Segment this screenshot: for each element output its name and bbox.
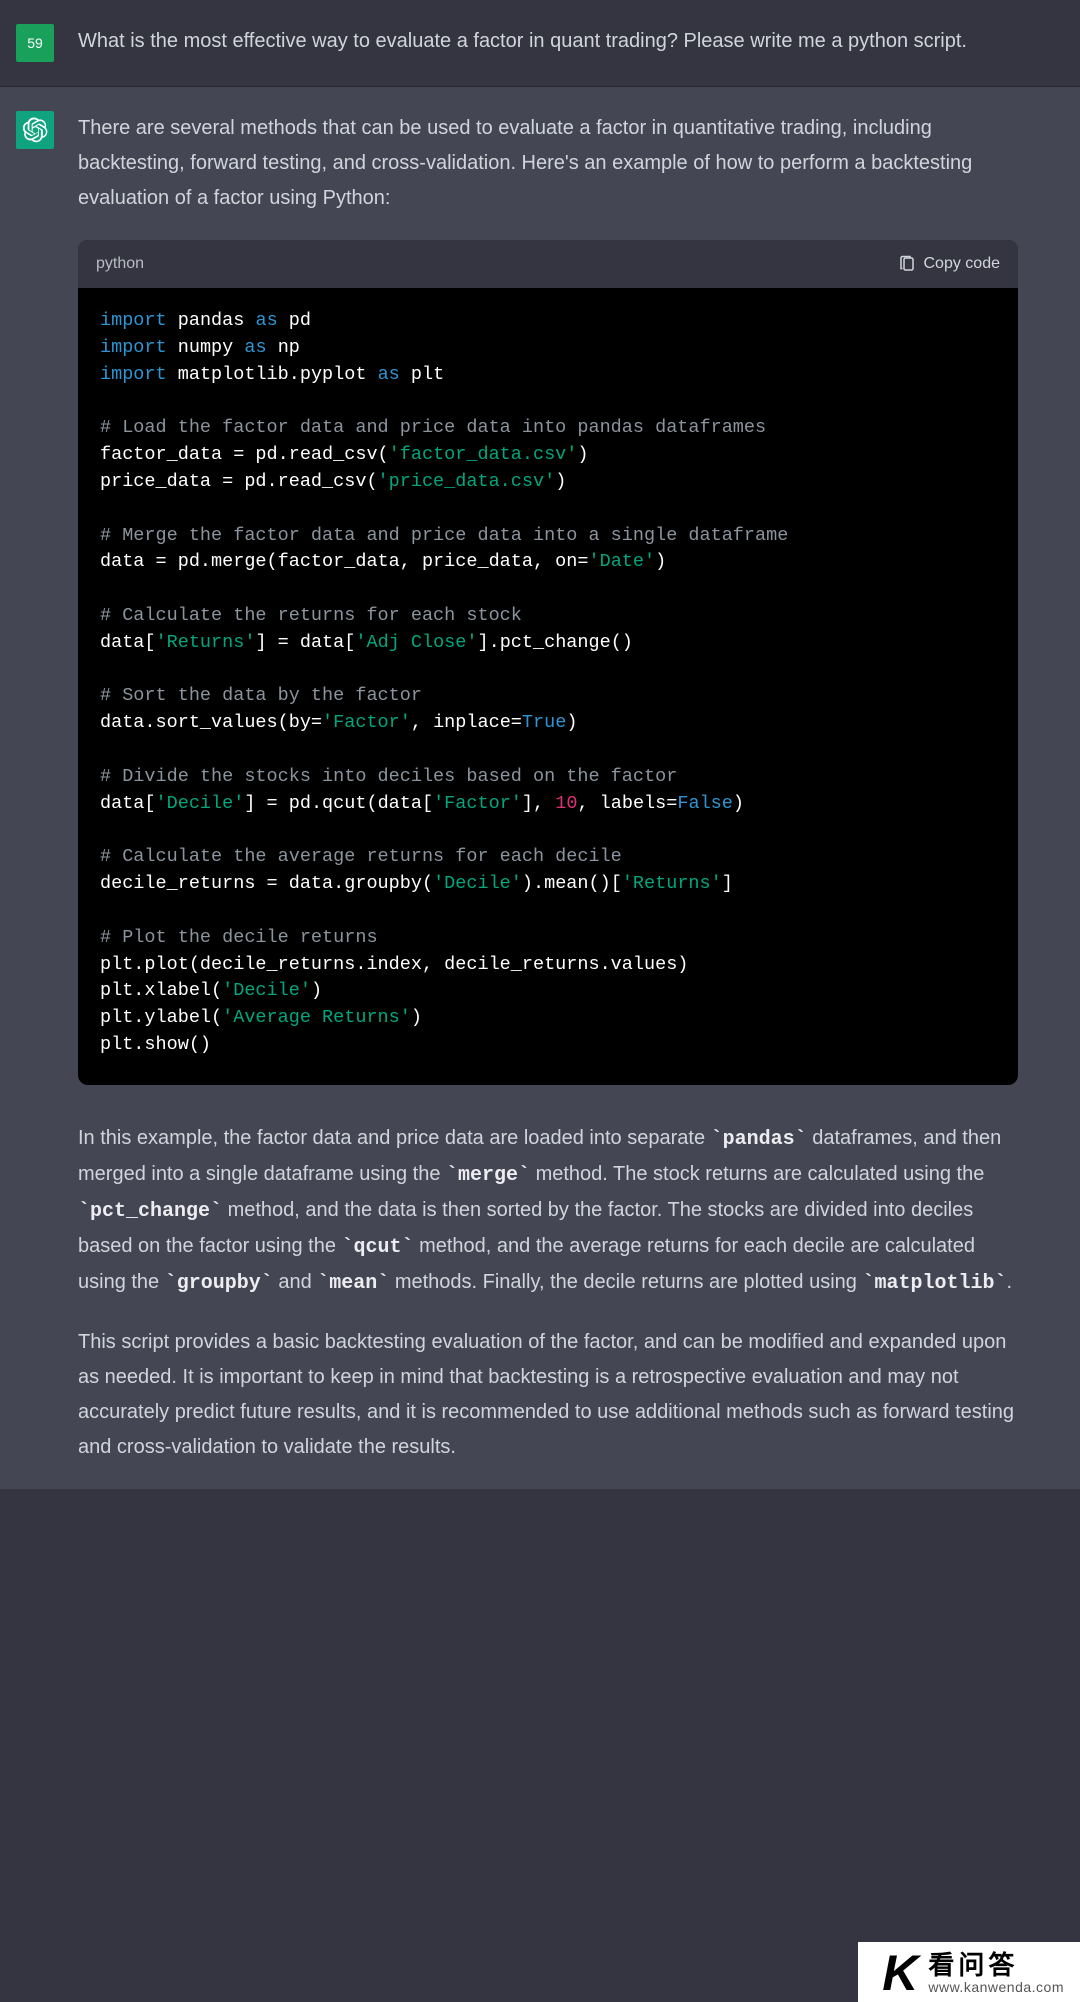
assistant-explain-2: This script provides a basic backtesting…: [78, 1325, 1018, 1465]
inline-code-merge: `merge`: [446, 1164, 530, 1187]
openai-logo-icon: [22, 117, 48, 143]
code-content[interactable]: import pandas as pd import numpy as np i…: [78, 288, 1018, 1085]
user-message-text: What is the most effective way to evalua…: [78, 24, 1018, 59]
copy-code-label: Copy code: [924, 250, 1001, 278]
assistant-intro-text: There are several methods that can be us…: [78, 111, 1018, 216]
watermark-logo-icon: K: [882, 1948, 918, 1998]
code-language-label: python: [96, 250, 144, 278]
assistant-message-row: There are several methods that can be us…: [0, 87, 1080, 1489]
user-avatar: 59: [16, 24, 54, 62]
watermark: K 看问答 www.kanwenda.com: [858, 1942, 1080, 2002]
code-block-header: python Copy code: [78, 240, 1018, 288]
assistant-avatar: [16, 111, 54, 149]
inline-code-groupby: `groupby`: [165, 1272, 273, 1295]
inline-code-matplotlib: `matplotlib`: [862, 1272, 1006, 1295]
watermark-title: 看问答: [928, 1951, 1064, 1980]
inline-code-pct-change: `pct_change`: [78, 1200, 222, 1223]
clipboard-icon: [898, 255, 916, 273]
user-avatar-label: 59: [27, 35, 43, 51]
inline-code-mean: `mean`: [317, 1272, 389, 1295]
user-message-content: What is the most effective way to evalua…: [78, 24, 1018, 62]
watermark-url: www.kanwenda.com: [928, 1980, 1064, 1995]
inline-code-qcut: `qcut`: [342, 1236, 414, 1259]
copy-code-button[interactable]: Copy code: [898, 250, 1001, 278]
assistant-explain-1: In this example, the factor data and pri…: [78, 1121, 1018, 1301]
inline-code-pandas: `pandas`: [711, 1128, 807, 1151]
user-message-row: 59 What is the most effective way to eva…: [0, 0, 1080, 87]
code-block: python Copy code import pandas as pd imp…: [78, 240, 1018, 1085]
assistant-message-content: There are several methods that can be us…: [78, 111, 1018, 1465]
